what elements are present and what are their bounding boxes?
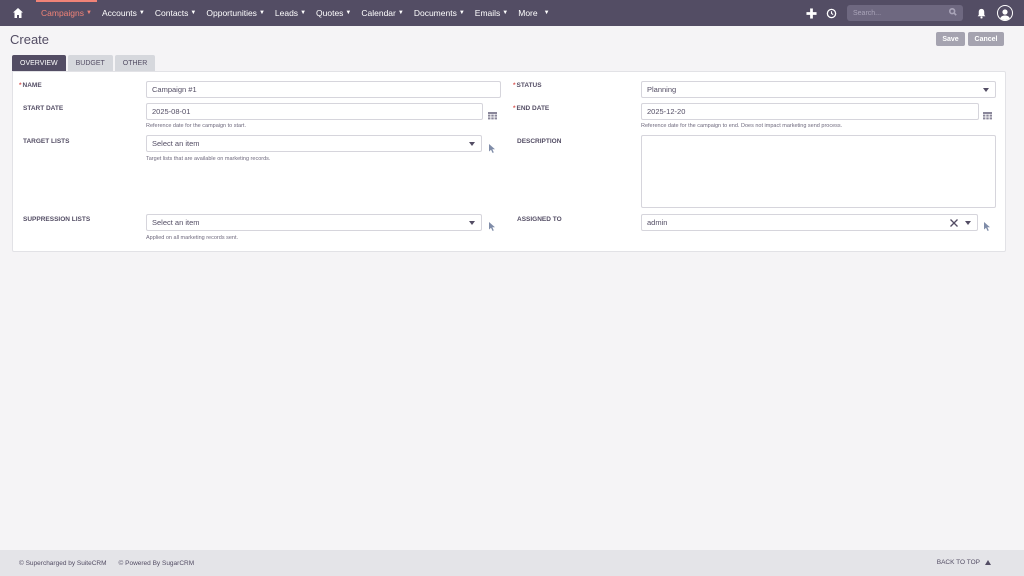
nav-more[interactable]: More ▼ [513, 0, 554, 26]
end-date-help: Reference date for the campaign to end. … [641, 123, 843, 129]
select-cursor-icon[interactable] [489, 140, 496, 153]
tab-other[interactable]: OTHER [114, 55, 156, 71]
description-label: DESCRIPTION [517, 138, 562, 145]
save-button[interactable]: Save [936, 32, 965, 46]
target-lists-help: Target lists that are available on marke… [146, 156, 271, 162]
chevron-down-icon: ▼ [458, 10, 465, 16]
chevron-down-icon: ▼ [502, 10, 509, 16]
target-lists-label: TARGET LISTS [23, 138, 70, 145]
nav-campaigns[interactable]: Campaigns ▼ [36, 0, 97, 26]
bell-icon[interactable] [971, 0, 991, 26]
assigned-to-select[interactable]: admin [641, 214, 978, 231]
chevron-down-icon [469, 142, 475, 146]
chevron-down-icon: ▼ [397, 10, 404, 16]
calendar-icon[interactable] [983, 107, 992, 120]
user-avatar-icon[interactable] [997, 5, 1013, 21]
supercharged-link[interactable]: © Supercharged by SuiteCRM [19, 560, 107, 567]
status-select[interactable]: Planning [641, 81, 996, 98]
chevron-down-icon: ▼ [300, 10, 307, 16]
select-cursor-icon[interactable] [984, 218, 991, 231]
chevron-down-icon: ▼ [138, 10, 145, 16]
chevron-down-icon [965, 221, 971, 225]
nav-contacts[interactable]: Contacts ▼ [150, 0, 202, 26]
chevron-down-icon: ▼ [86, 10, 92, 16]
tab-bar: OVERVIEW BUDGET OTHER [12, 55, 157, 71]
name-label: *NAME [19, 82, 42, 89]
chevron-down-icon: ▼ [543, 10, 550, 16]
overview-panel: *NAME Campaign #1 *STATUS Planning START… [12, 71, 1006, 252]
suppression-lists-label: SUPPRESSION LISTS [23, 216, 91, 223]
nav-emails[interactable]: Emails ▼ [470, 0, 513, 26]
chevron-down-icon [469, 221, 475, 225]
search-icon [949, 7, 957, 18]
tab-overview[interactable]: OVERVIEW [12, 55, 66, 71]
back-to-top-button[interactable]: BACK TO TOP [937, 559, 991, 566]
search-input[interactable]: Search... [847, 5, 963, 21]
chevron-down-icon [983, 88, 989, 92]
end-date-field[interactable]: 2025-12-20 [641, 103, 979, 120]
start-date-label: START DATE [23, 105, 64, 112]
nav-quotes[interactable]: Quotes ▼ [311, 0, 356, 26]
description-textarea[interactable] [641, 135, 996, 208]
powered-link[interactable]: © Powered By SugarCRM [119, 560, 195, 567]
start-date-field[interactable]: 2025-08-01 [146, 103, 483, 120]
assigned-to-label: ASSIGNED TO [517, 216, 562, 223]
select-cursor-icon[interactable] [489, 218, 496, 231]
start-date-help: Reference date for the campaign to start… [146, 123, 246, 129]
tab-budget[interactable]: BUDGET [67, 55, 113, 71]
top-navbar: Campaigns ▼ Accounts ▼ Contacts ▼ Opportuni… [0, 0, 1024, 26]
target-lists-select[interactable]: Select an item [146, 135, 482, 152]
nav-calendar[interactable]: Calendar ▼ [356, 0, 408, 26]
calendar-icon[interactable] [488, 107, 497, 120]
end-date-label: *END DATE [513, 105, 550, 112]
arrow-up-icon [985, 560, 991, 565]
clear-icon[interactable] [950, 219, 958, 227]
suppression-lists-select[interactable]: Select an item [146, 214, 482, 231]
chevron-down-icon: ▼ [258, 10, 265, 16]
chevron-down-icon: ▼ [345, 10, 352, 16]
nav-documents[interactable]: Documents ▼ [409, 0, 470, 26]
nav-accounts[interactable]: Accounts ▼ [97, 0, 150, 26]
cancel-button[interactable]: Cancel [968, 32, 1004, 46]
name-field[interactable]: Campaign #1 [146, 81, 501, 98]
page-title: Create [10, 32, 50, 47]
suppression-lists-help: Applied on all marketing records sent. [146, 235, 239, 241]
status-label: *STATUS [513, 82, 542, 89]
nav-leads[interactable]: Leads ▼ [270, 0, 311, 26]
page-footer: © Supercharged by SuiteCRM © Powered By … [0, 550, 1024, 576]
history-icon[interactable] [821, 0, 841, 26]
nav-opportunities[interactable]: Opportunities ▼ [201, 0, 270, 26]
home-icon[interactable] [0, 0, 36, 26]
chevron-down-icon: ▼ [190, 10, 197, 16]
plus-icon[interactable] [801, 0, 821, 26]
